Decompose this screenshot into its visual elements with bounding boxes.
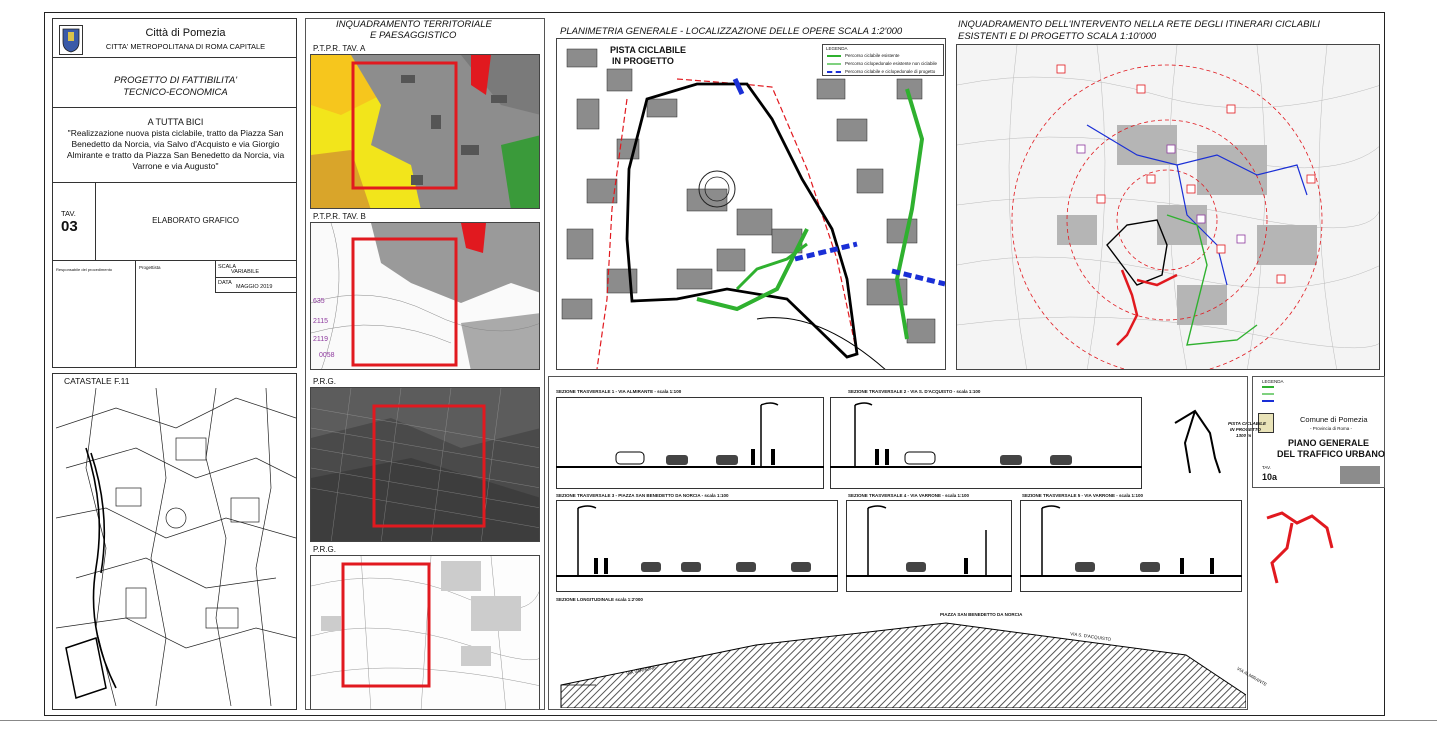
rup-label: Responsabile del procedimento (56, 267, 113, 272)
project-description: "Realizzazione nuova pista ciclabile, tr… (66, 128, 285, 171)
section-3-title: SEZIONE TRASVERSALE 3 - PIAZZA SAN BENED… (556, 493, 729, 498)
section-5-title: SEZIONE TRASVERSALE 5 - VIA VARRONE - sc… (1022, 493, 1144, 498)
divider (53, 260, 296, 261)
territoriale-panel-border (305, 18, 545, 710)
legend-swatch-green (827, 55, 841, 57)
plan-legend-title: LEGENDA (826, 46, 848, 51)
pgtu-grey-box (1340, 466, 1380, 484)
city-name: Città di Pomezia (145, 27, 226, 39)
legend-item: Percorso ciclopedonale esistente non cic… (845, 61, 938, 66)
tav-label: TAV. (61, 209, 76, 218)
project-type-2: TECNICO-ECONOMICA (123, 87, 228, 98)
title-block: Città di Pomezia CITTA' METROPOLITANA DI… (52, 18, 297, 368)
divider (215, 277, 296, 278)
legend-item: Percorso ciclabile esistente (845, 53, 900, 58)
pgtu-legend-green-light (1262, 393, 1274, 395)
data-label: DATA (218, 280, 232, 286)
scala-value: VARIABILE (231, 269, 260, 275)
pgtu-provincia: - Provincia di Roma - (1310, 426, 1353, 431)
pgtu-title-1: PIANO GENERALE (1288, 438, 1370, 448)
pista-shape-red (1266, 511, 1334, 584)
pgtu-tav-number: 10a (1262, 472, 1278, 482)
tav-number: 03 (61, 218, 78, 235)
planimetria-title: PLANIMETRIA GENERALE - LOCALIZZAZIONE DE… (560, 26, 903, 37)
project-type-1: PROGETTO DI FATTIBILITA' (113, 75, 238, 86)
progettista-label: Progettista (139, 265, 161, 270)
divider (215, 260, 216, 292)
pista-label-1: PISTA CICLABILE (610, 45, 686, 55)
elaborato-label: ELABORATO GRAFICO (152, 216, 239, 225)
rete-title-1: INQUADRAMENTO DELL'INTERVENTO NELLA RETE… (958, 19, 1321, 30)
pgtu-legend-blue (1262, 400, 1274, 402)
section-2-title: SEZIONE TRASVERSALE 2 - VIA S. D'ACQUIST… (848, 389, 981, 394)
section-3-drawing (556, 500, 838, 592)
project-name: A TUTTA BICI (147, 117, 204, 127)
divider (135, 260, 136, 367)
rete-map (956, 44, 1380, 370)
section-2-drawing (830, 397, 1142, 489)
plan-legend: LEGENDA Percorso ciclabile esistente Per… (822, 44, 944, 76)
long-section-drawing (560, 622, 1246, 708)
section-5-drawing (1020, 500, 1242, 592)
legend-swatch-blue (827, 71, 841, 75)
pgtu-title-2: DEL TRAFFICO URBANO (1277, 449, 1385, 459)
long-label-piazza: PIAZZA SAN BENEDETTO DA NORCIA (940, 612, 1023, 617)
rete-title-2: ESISTENTI E DI PROGETTO scala 1:10'000 (958, 31, 1157, 42)
long-section-title: SEZIONE LONGITUDINALE scala 1:2'000 (556, 597, 643, 602)
section-1-drawing (556, 397, 824, 489)
pgtu-legend-green (1262, 386, 1274, 388)
legend-item: Percorso ciclabile e ciclopedonale di pr… (845, 69, 936, 74)
legend-swatch-green-light (827, 63, 841, 65)
section-4-title: SEZIONE TRASVERSALE 4 - VIA VARRONE - sc… (848, 493, 970, 498)
section-1-title: SEZIONE TRASVERSALE 1 - VIA ALMIRANTE - … (556, 389, 682, 394)
divider (53, 57, 296, 58)
planimetria-map (556, 38, 946, 370)
pgtu-tav-label: TAV. (1262, 465, 1271, 470)
metro-name: CITTA' METROPOLITANA DI ROMA CAPITALE (105, 42, 266, 51)
divider (53, 182, 296, 183)
divider (53, 107, 296, 108)
data-value: MAGGIO 2019 (236, 284, 273, 290)
catastale-map (56, 388, 296, 706)
section-4-drawing (846, 500, 1012, 592)
divider (215, 292, 296, 293)
pgtu-comune: Comune di Pomezia (1300, 415, 1368, 424)
pgtu-legend-title: LEGENDA (1262, 379, 1284, 384)
bottom-rule (0, 720, 1437, 721)
pista-label-2: IN PROGETTO (612, 56, 674, 66)
